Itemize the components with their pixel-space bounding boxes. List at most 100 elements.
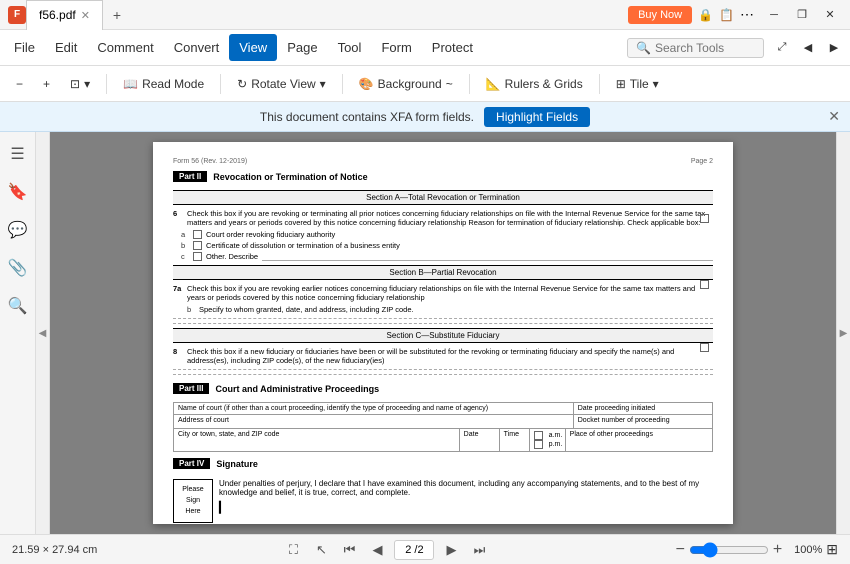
row-7b-content: Specify to whom granted, date, and addre…	[199, 305, 713, 314]
tab-close-icon[interactable]: ✕	[81, 9, 90, 22]
buy-now-button[interactable]: Buy Now	[628, 6, 692, 24]
collapse-right-handle[interactable]: ▶	[836, 132, 850, 534]
background-icon: 🎨	[359, 77, 374, 91]
background-label: Background	[378, 77, 442, 91]
search-tools-input[interactable]	[655, 41, 755, 55]
zoom-level-label: 100%	[786, 544, 822, 556]
menu-convert[interactable]: Convert	[164, 34, 230, 61]
notification-close-button[interactable]: ✕	[828, 108, 840, 125]
search-tools-bar[interactable]: 🔍	[627, 38, 764, 58]
highlight-fields-button[interactable]: Highlight Fields	[484, 107, 590, 127]
table-cell-court-name: Name of court (if other than a court pro…	[174, 403, 574, 414]
pm-checkbox[interactable]	[534, 440, 543, 449]
more-icon: ⋯	[740, 6, 754, 23]
row-6-checkbox[interactable]	[700, 214, 709, 223]
search-icon: 🔍	[636, 41, 651, 55]
row-6-text: Check this box if you are revoking or te…	[187, 209, 705, 227]
adjust-pages-arrow: ▾	[84, 77, 90, 91]
nav-cursor-button[interactable]: ↖	[310, 539, 332, 561]
file-tab[interactable]: f56.pdf ✕	[26, 0, 103, 30]
zoom-slider[interactable]	[689, 542, 769, 558]
close-button[interactable]: ✕	[818, 5, 842, 25]
sidebar-icon-menu[interactable]: ☰	[4, 140, 32, 168]
toolbar-separator-2	[220, 74, 221, 94]
forward-icon[interactable]: ▶	[822, 38, 846, 58]
zoom-out-button[interactable]: −	[8, 73, 31, 95]
menu-edit[interactable]: Edit	[45, 34, 87, 61]
content-area: Form 56 (Rev. 12-2019) Page 2 Part II Re…	[50, 132, 836, 534]
lock-icon: 🔒	[698, 8, 713, 22]
page-input[interactable]	[394, 540, 434, 560]
expand-icon[interactable]: ⤢	[770, 38, 794, 58]
minimize-button[interactable]: ─	[762, 5, 786, 25]
part2-header: Part II Revocation or Termination of Not…	[173, 171, 368, 182]
part4-header: Part IV Signature	[173, 458, 258, 469]
form-id: Form 56 (Rev. 12-2019)	[173, 158, 247, 165]
adjust-pages-button[interactable]: ⊡ ▾	[62, 73, 98, 95]
toolbar-separator-4	[469, 74, 470, 94]
toolbar-separator-5	[599, 74, 600, 94]
dashed-line-1	[173, 318, 713, 319]
menu-file[interactable]: File	[4, 34, 45, 61]
row-6-num: 6	[173, 209, 187, 218]
menu-protect[interactable]: Protect	[422, 34, 483, 61]
sidebar-icon-search[interactable]: 🔍	[4, 292, 32, 320]
am-checkbox[interactable]	[534, 431, 543, 440]
part2-title: Revocation or Termination of Notice	[213, 172, 367, 182]
page-dimensions: 21.59 × 27.94 cm	[12, 544, 97, 556]
title-bar-controls: ─ ❐ ✕	[762, 5, 842, 25]
sidebar-icon-comment[interactable]: 💬	[4, 216, 32, 244]
tile-arrow: ▾	[653, 77, 659, 91]
background-button[interactable]: 🎨 Background ~	[351, 73, 461, 95]
check-b-box[interactable]	[193, 241, 202, 250]
table-cell-docket: Docket number of proceeding	[574, 415, 712, 428]
menu-view[interactable]: View	[229, 34, 277, 61]
section-b-header: Section B—Partial Revocation	[173, 265, 713, 280]
sidebar-icon-attachment[interactable]: 📎	[4, 254, 32, 282]
rotate-view-label: Rotate View	[251, 77, 315, 91]
fit-icon[interactable]: ⊞	[826, 541, 838, 558]
backward-icon[interactable]: ◀	[796, 38, 820, 58]
rulers-label: Rulers & Grids	[505, 77, 583, 91]
restore-button[interactable]: ❐	[790, 5, 814, 25]
row-8-num: 8	[173, 347, 187, 356]
nav-next-button[interactable]: ▶	[440, 539, 462, 561]
menu-tool[interactable]: Tool	[328, 34, 372, 61]
collapse-left-handle[interactable]: ◀	[36, 132, 50, 534]
rulers-grids-button[interactable]: 📐 Rulers & Grids	[478, 73, 591, 95]
menu-comment[interactable]: Comment	[87, 34, 163, 61]
menu-page[interactable]: Page	[277, 34, 327, 61]
zoom-in-status-button[interactable]: +	[773, 541, 782, 559]
check-a-box[interactable]	[193, 230, 202, 239]
signature-text: Under penalties of perjury, I declare th…	[219, 479, 699, 497]
nav-prev-button[interactable]: ◀	[366, 539, 388, 561]
menu-form[interactable]: Form	[371, 34, 421, 61]
pdf-page: Form 56 (Rev. 12-2019) Page 2 Part II Re…	[153, 142, 733, 524]
new-tab-button[interactable]: +	[103, 0, 131, 30]
part3-header: Part III Court and Administrative Procee…	[173, 383, 379, 394]
pm-label: p.m.	[549, 441, 563, 448]
menu-bar: File Edit Comment Convert View Page Tool…	[0, 30, 850, 66]
check-c-box[interactable]	[193, 252, 202, 261]
toolbar-separator-1	[106, 74, 107, 94]
table-cell-date: Date proceeding initiated	[574, 403, 712, 414]
rulers-icon: 📐	[486, 77, 501, 91]
nav-first-button[interactable]: ⏮	[338, 539, 360, 561]
please-label: Please	[182, 486, 203, 493]
toolbar-separator-3	[342, 74, 343, 94]
nav-pointer-button[interactable]: ⛶	[282, 539, 304, 561]
row-7a-text: Check this box if you are revoking earli…	[187, 284, 695, 302]
checkbox-a-row: a Court order revoking fiduciary authori…	[173, 230, 713, 239]
row-8-checkbox[interactable]	[700, 343, 709, 352]
zoom-in-button[interactable]: +	[35, 73, 58, 95]
sidebar-icon-bookmark[interactable]: 🔖	[4, 178, 32, 206]
nav-last-button[interactable]: ⏭	[468, 539, 490, 561]
rotate-view-button[interactable]: ↻ Rotate View ▾	[229, 73, 334, 95]
row-8-content: Check this box if a new fiduciary or fid…	[187, 347, 713, 365]
read-mode-button[interactable]: 📖 Read Mode	[115, 73, 212, 95]
row-7a-checkbox[interactable]	[700, 280, 709, 289]
tile-button[interactable]: ⊞ Tile ▾	[608, 73, 667, 95]
buy-now-area: Buy Now 🔒 📋 ⋯	[628, 6, 754, 24]
zoom-out-status-button[interactable]: −	[676, 541, 685, 559]
dashed-line-2	[173, 323, 713, 324]
